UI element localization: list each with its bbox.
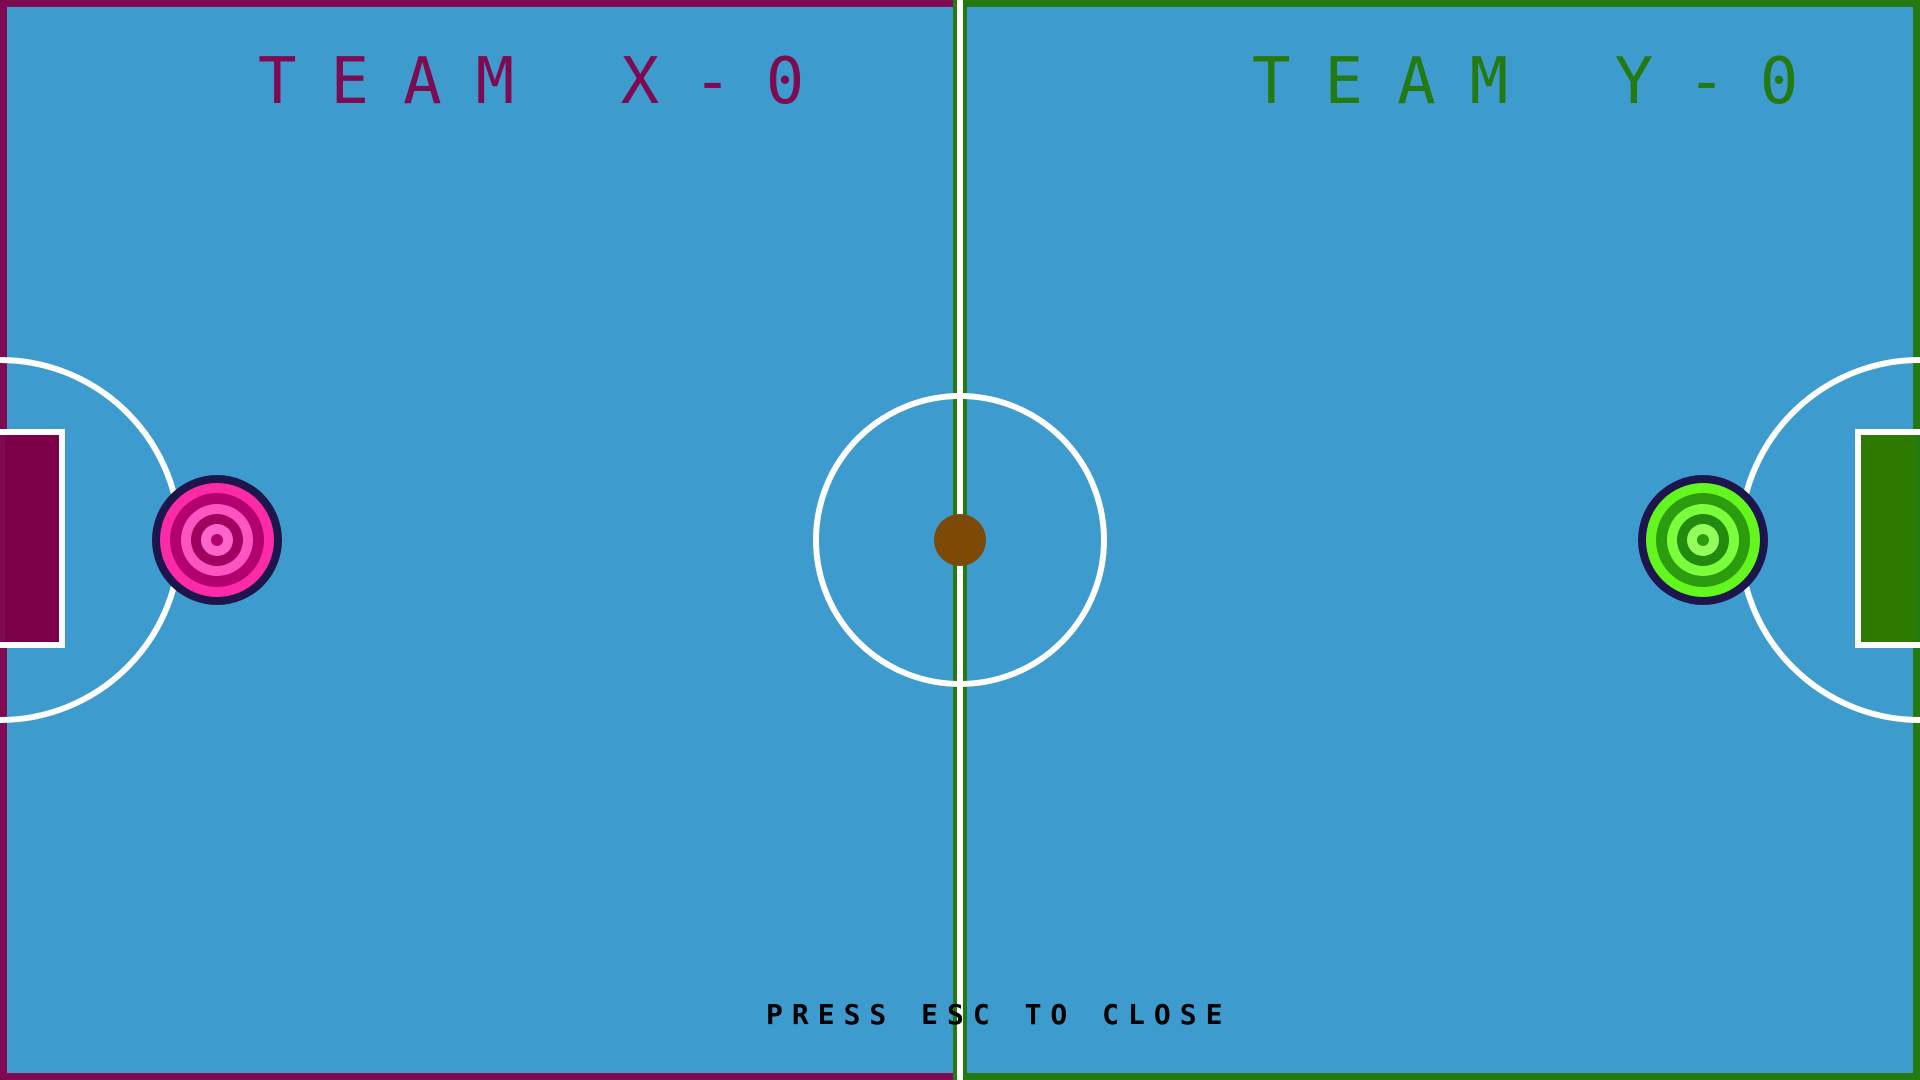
- game-screen: TEAM X-0 TEAM Y-0 PRESS ESC TO CLOSE: [0, 0, 1920, 1080]
- game-field: [0, 0, 1920, 1080]
- team-x-score: TEAM X-0: [258, 45, 839, 119]
- close-instruction: PRESS ESC TO CLOSE: [766, 998, 1232, 1031]
- team-y-score: TEAM Y-0: [1252, 45, 1833, 119]
- team-x-goal: [5, 432, 62, 645]
- team-y-goal: [1858, 432, 1915, 645]
- team-y-puck[interactable]: [1638, 475, 1768, 605]
- ball: [934, 514, 986, 566]
- team-x-puck[interactable]: [152, 475, 282, 605]
